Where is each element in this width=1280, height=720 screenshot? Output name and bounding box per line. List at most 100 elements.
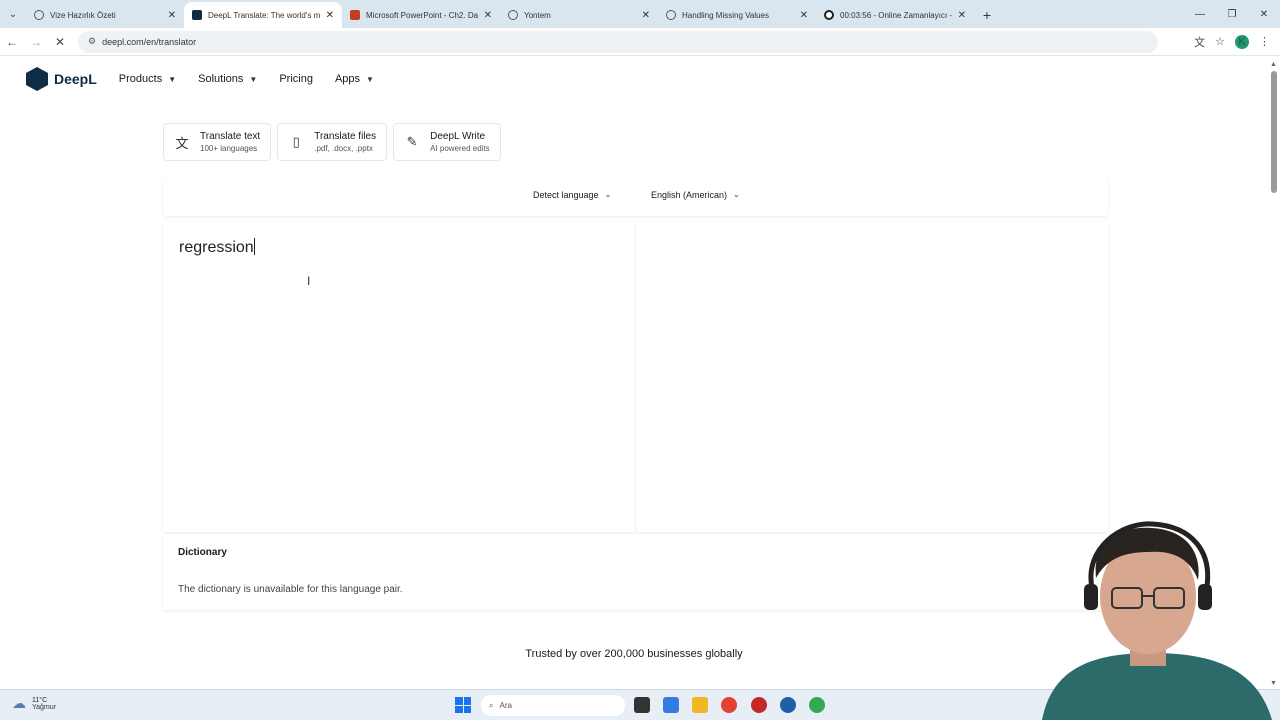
scrollbar-thumb[interactable] bbox=[1271, 71, 1277, 193]
nav-solutions[interactable]: Solutions ▼ bbox=[198, 73, 257, 85]
translate-page-icon[interactable]: 文 bbox=[1194, 34, 1205, 50]
logo-text[interactable]: DeepL bbox=[54, 71, 97, 87]
globe-icon bbox=[666, 10, 676, 20]
browser-tab[interactable]: Yontem ✕ bbox=[500, 2, 658, 28]
magic-wand-icon: ✎ bbox=[406, 134, 418, 149]
target-language-select[interactable]: English (American) ⌄ bbox=[651, 190, 740, 200]
address-bar[interactable]: ⚙ deepl.com/en/translator bbox=[78, 30, 1158, 53]
tab-title: Vize Hazırlık Özeti bbox=[50, 10, 116, 20]
deepl-logo-icon[interactable] bbox=[26, 67, 48, 91]
tab-translate-files[interactable]: ▯ Translate files .pdf, .docx, .pptx bbox=[277, 123, 388, 161]
close-icon[interactable]: ✕ bbox=[484, 10, 492, 21]
mode-subtitle: .pdf, .docx, .pptx bbox=[314, 144, 373, 153]
windows-start-icon[interactable] bbox=[455, 697, 471, 713]
new-tab-button[interactable]: + bbox=[974, 2, 1000, 28]
toolbar-right: 文 ☆ K ⋮ bbox=[1194, 34, 1280, 50]
nav-products[interactable]: Products ▼ bbox=[119, 73, 176, 85]
globe-icon bbox=[508, 10, 518, 20]
mode-subtitle: 100+ languages bbox=[200, 144, 258, 153]
text-cursor-icon: I bbox=[307, 274, 311, 288]
stop-button[interactable]: ✕ bbox=[48, 30, 72, 54]
search-icon: ⌕ bbox=[489, 700, 494, 710]
scroll-up-icon[interactable]: ▲ bbox=[1270, 61, 1277, 68]
close-icon[interactable]: ✕ bbox=[958, 10, 966, 21]
window-controls: — ❐ ✕ bbox=[1184, 0, 1280, 28]
powerpoint-icon bbox=[350, 10, 360, 20]
copilot-icon[interactable] bbox=[663, 697, 679, 713]
taskbar-search[interactable]: ⌕ Ara bbox=[481, 695, 625, 716]
browser-tab[interactable]: Vize Hazırlık Özeti ✕ bbox=[26, 2, 184, 28]
source-language-select[interactable]: Detect language ⌄ bbox=[533, 190, 611, 200]
chrome-icon[interactable] bbox=[721, 697, 737, 713]
deepl-icon bbox=[192, 10, 202, 20]
restore-icon[interactable]: ❐ bbox=[1216, 0, 1248, 28]
browser-tab-active[interactable]: DeepL Translate: The world's m ✕ bbox=[184, 2, 342, 28]
app-icon[interactable] bbox=[751, 697, 767, 713]
chrome-icon[interactable] bbox=[809, 697, 825, 713]
nav-apps[interactable]: Apps ▼ bbox=[335, 73, 374, 85]
back-button[interactable]: ← bbox=[0, 30, 24, 54]
webcam-overlay bbox=[1022, 518, 1280, 720]
nav-label: Pricing bbox=[279, 73, 313, 85]
address-row: ← → ✕ ⚙ deepl.com/en/translator 文 ☆ K ⋮ bbox=[0, 28, 1280, 56]
file-explorer-icon[interactable] bbox=[692, 697, 708, 713]
minimize-icon[interactable]: — bbox=[1184, 0, 1216, 28]
weather-widget[interactable]: ☁ 11°C Yağmur bbox=[12, 695, 56, 712]
mode-title: DeepL Write bbox=[430, 131, 486, 142]
browser-tab[interactable]: 00:03:56 - Online Zamanlayıcı - ✕ bbox=[816, 2, 974, 28]
close-icon[interactable]: ✕ bbox=[800, 10, 808, 21]
chevron-down-icon: ⌄ bbox=[733, 190, 740, 199]
chevron-down-icon: ▼ bbox=[366, 74, 374, 84]
rain-cloud-icon: ☁ bbox=[12, 695, 26, 711]
source-text-area[interactable]: regression bbox=[163, 222, 634, 532]
tab-title: DeepL Translate: The world's m bbox=[208, 10, 321, 20]
mode-title: Translate text bbox=[200, 131, 261, 142]
translate-icon: 文 bbox=[175, 135, 189, 151]
dictionary-panel: Dictionary The dictionary is unavailable… bbox=[163, 534, 1108, 610]
site-header: DeepL Products ▼ Solutions ▼ Pricing Apps ▼ bbox=[0, 57, 1268, 101]
app-icon[interactable] bbox=[780, 697, 796, 713]
nav-label: Solutions bbox=[198, 73, 244, 85]
site-info-icon[interactable]: ⚙ bbox=[88, 36, 96, 47]
task-view-icon[interactable] bbox=[634, 697, 650, 713]
mode-subtitle: AI powered edits bbox=[430, 144, 490, 153]
search-placeholder: Ara bbox=[499, 701, 512, 710]
weather-condition: Yağmur bbox=[32, 703, 56, 711]
url-text: deepl.com/en/translator bbox=[102, 36, 197, 47]
source-language-label: Detect language bbox=[533, 190, 599, 200]
chevron-down-icon: ▼ bbox=[168, 74, 177, 84]
tab-title: Microsoft PowerPoint - Ch2. Da bbox=[366, 10, 479, 20]
tab-deepl-write[interactable]: ✎ DeepL Write AI powered edits bbox=[393, 123, 501, 161]
nav-pricing[interactable]: Pricing bbox=[279, 73, 313, 85]
chevron-down-icon: ⌄ bbox=[604, 190, 612, 199]
tab-translate-text[interactable]: 文 Translate text 100+ languages bbox=[163, 123, 272, 161]
language-bar: Detect language ⌄ English (American) ⌄ bbox=[163, 178, 1108, 216]
kebab-menu-icon[interactable]: ⋮ bbox=[1259, 35, 1270, 48]
target-text-area[interactable] bbox=[637, 222, 1108, 532]
close-icon[interactable]: ✕ bbox=[642, 10, 650, 21]
mode-title: Translate files bbox=[314, 131, 377, 142]
forward-button[interactable]: → bbox=[24, 30, 48, 54]
tab-search-chevron-icon[interactable]: ⌄ bbox=[0, 0, 26, 28]
chevron-down-icon: ▼ bbox=[249, 74, 258, 84]
nav-label: Apps bbox=[334, 73, 361, 85]
tab-title: 00:03:56 - Online Zamanlayıcı - bbox=[840, 10, 953, 20]
profile-avatar[interactable]: K bbox=[1235, 34, 1249, 49]
close-window-icon[interactable]: ✕ bbox=[1248, 0, 1280, 28]
close-icon[interactable]: ✕ bbox=[168, 10, 176, 21]
text-caret bbox=[253, 238, 255, 255]
browser-tab[interactable]: Microsoft PowerPoint - Ch2. Da ✕ bbox=[342, 2, 500, 28]
tab-title: Handling Missing Values bbox=[682, 10, 770, 20]
bookmark-star-icon[interactable]: ☆ bbox=[1215, 35, 1225, 48]
presenter-image bbox=[1042, 521, 1272, 720]
tab-title: Yontem bbox=[524, 10, 551, 20]
browser-tabstrip: ⌄ Vize Hazırlık Özeti ✕ DeepL Translate:… bbox=[0, 0, 1280, 28]
target-language-label: English (American) bbox=[651, 190, 728, 200]
dictionary-title: Dictionary bbox=[178, 547, 227, 558]
weather-temp: 11°C bbox=[32, 696, 48, 704]
browser-tab[interactable]: Handling Missing Values ✕ bbox=[658, 2, 816, 28]
close-icon[interactable]: ✕ bbox=[326, 10, 334, 21]
globe-icon bbox=[34, 10, 44, 20]
source-text-content[interactable]: regression bbox=[179, 238, 255, 257]
dictionary-message: The dictionary is unavailable for this l… bbox=[178, 584, 403, 595]
